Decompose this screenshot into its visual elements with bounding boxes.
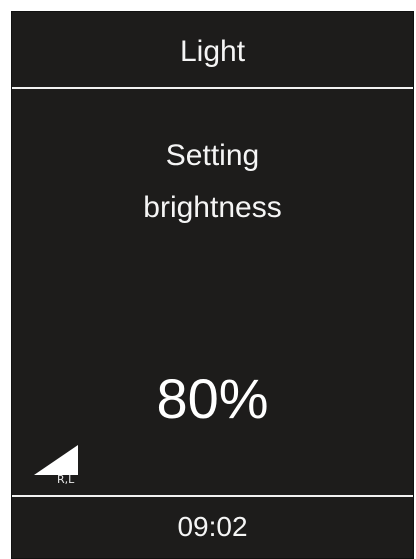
device-screen: Light Setting brightness 80% R,L 09:02 (11, 11, 414, 559)
header-divider (12, 87, 413, 89)
status-message: Setting brightness (12, 130, 413, 234)
clock-time: 09:02 (177, 511, 248, 542)
brightness-value: 80% (156, 367, 269, 430)
side-indicator-label: R,L (57, 473, 75, 486)
screen-title: Light (179, 35, 246, 68)
footer-divider (12, 495, 413, 497)
status-message-line-2: brightness (143, 191, 282, 224)
status-message-line-1: Setting (165, 139, 260, 172)
